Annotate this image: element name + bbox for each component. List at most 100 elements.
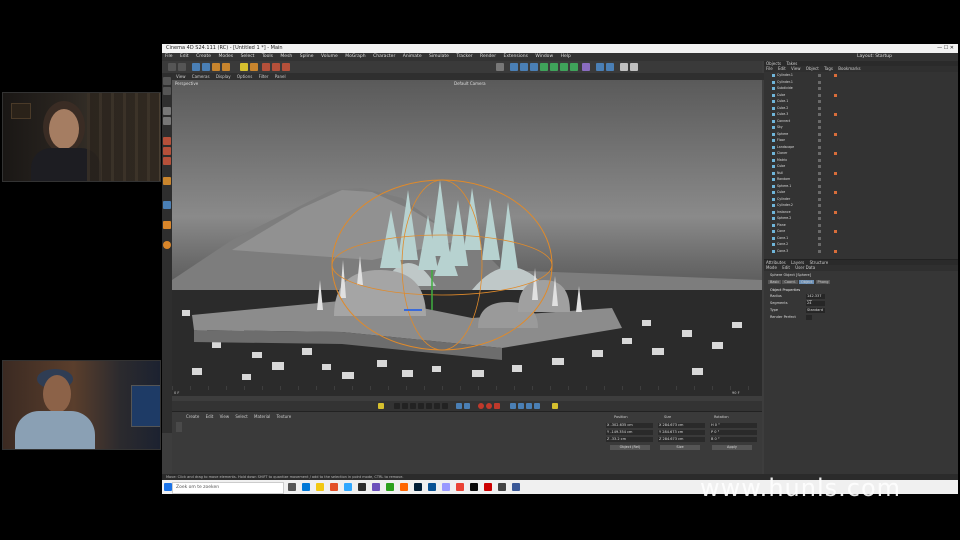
object-row[interactable]: Cube	[764, 164, 958, 169]
menu-render[interactable]: Render	[480, 54, 496, 59]
cloner-icon[interactable]	[540, 63, 548, 71]
object-row[interactable]: Sphere.2	[764, 216, 958, 221]
object-row[interactable]: Cylinder.2	[764, 203, 958, 208]
object-row[interactable]: Cone.2	[764, 242, 958, 247]
lock-icon[interactable]	[163, 241, 171, 249]
object-name[interactable]: Cube.1	[777, 99, 788, 104]
object-row[interactable]: Sphere.1	[764, 184, 958, 189]
menu-mesh[interactable]: Mesh	[280, 54, 292, 59]
attr-type-dropdown[interactable]: Standard	[806, 308, 825, 313]
chrome-icon[interactable]	[456, 483, 464, 491]
snap-icon[interactable]	[163, 177, 171, 185]
timeline-end-field[interactable]: 90 F	[732, 391, 740, 395]
xyz-axis-icon[interactable]	[240, 63, 248, 71]
tag-icon[interactable]	[834, 132, 837, 136]
record-icon[interactable]	[478, 403, 484, 409]
object-name[interactable]: Cylinder.1	[777, 80, 793, 85]
object-row[interactable]: Floor	[764, 138, 958, 143]
size-y-field[interactable]: Y 284.673 cm	[658, 430, 705, 435]
render-settings-icon[interactable]	[282, 63, 290, 71]
visibility-toggle[interactable]	[818, 132, 821, 136]
field-icon[interactable]	[560, 63, 568, 71]
object-row[interactable]: Cylinder.1	[764, 80, 958, 85]
previous-frame-icon[interactable]	[410, 403, 416, 409]
play-icon[interactable]	[418, 403, 424, 409]
object-name[interactable]: Cloner	[777, 151, 787, 156]
object-row[interactable]: Landscape	[764, 145, 958, 150]
object-row[interactable]: Sky	[764, 125, 958, 130]
size-mode-dropdown[interactable]: Size	[660, 445, 700, 450]
object-name[interactable]: Landscape	[777, 145, 794, 150]
taskbar-search[interactable]: Zoek om te zoeken	[172, 482, 284, 494]
object-row[interactable]: Cylinder.1	[764, 73, 958, 78]
keyframe-icon[interactable]	[378, 403, 384, 409]
visibility-toggle[interactable]	[818, 223, 821, 227]
axis-mode-icon[interactable]	[163, 117, 171, 125]
visibility-toggle[interactable]	[818, 165, 821, 168]
visibility-toggle[interactable]	[818, 152, 821, 155]
subtab-object[interactable]: Object	[798, 280, 815, 284]
size-x-field[interactable]: X 284.673 cm	[658, 423, 705, 428]
model-mode-icon[interactable]	[163, 87, 171, 95]
om-menu-tags[interactable]: Tags	[824, 66, 833, 71]
viewport-solo-icon[interactable]	[496, 63, 504, 71]
texture-mode-icon[interactable]	[163, 107, 171, 115]
om-menu-file[interactable]: File	[766, 66, 773, 71]
object-row[interactable]: Null	[764, 171, 958, 176]
vp-menu-display[interactable]: Display	[216, 74, 231, 79]
coordinate-system-icon[interactable]	[250, 63, 258, 71]
menu-file[interactable]: File	[165, 54, 173, 59]
at-menu-userdata[interactable]: User Data	[795, 265, 815, 270]
object-row[interactable]: Random	[764, 177, 958, 182]
visibility-toggle[interactable]	[818, 80, 821, 84]
visibility-toggle[interactable]	[818, 191, 821, 194]
vp-menu-cameras[interactable]: Cameras	[192, 74, 210, 79]
menu-tracker[interactable]: Tracker	[456, 54, 472, 59]
object-name[interactable]: Instance	[777, 210, 791, 215]
attr-render-perfect-checkbox[interactable]	[806, 315, 812, 320]
menu-mograph[interactable]: MoGraph	[345, 54, 365, 59]
object-name[interactable]: Null	[777, 171, 783, 176]
mat-menu-texture[interactable]: Texture	[277, 414, 292, 419]
material-palette-icon[interactable]	[176, 422, 182, 432]
tag-icon[interactable]	[834, 230, 837, 233]
scale-key-icon[interactable]	[518, 403, 524, 409]
rotation-p-field[interactable]: P 0 °	[710, 430, 757, 435]
edges-mode-icon[interactable]	[163, 147, 171, 155]
edge-icon[interactable]	[302, 483, 310, 491]
object-name[interactable]: Random	[777, 177, 790, 182]
object-row[interactable]: Cube	[764, 190, 958, 195]
make-editable-icon[interactable]	[163, 77, 171, 85]
task-view-icon[interactable]	[288, 483, 296, 491]
object-name[interactable]: Sphere.1	[777, 184, 791, 189]
object-name[interactable]: Cylinder	[777, 197, 790, 202]
object-row[interactable]: Cube	[764, 93, 958, 98]
apply-button[interactable]: Apply	[712, 445, 752, 450]
tag-icon[interactable]	[834, 93, 837, 97]
object-name[interactable]: Floor	[777, 138, 785, 143]
previous-key-icon[interactable]	[402, 403, 408, 409]
visibility-toggle[interactable]	[818, 184, 821, 188]
record-mode-icon[interactable]	[464, 403, 470, 409]
menu-extensions[interactable]: Extensions	[504, 54, 528, 59]
param-key-icon[interactable]	[534, 403, 540, 409]
cinema4d-taskbar-icon[interactable]	[428, 483, 436, 491]
tag-icon[interactable]	[834, 191, 837, 194]
3d-viewport[interactable]: Perspective Default Camera	[172, 80, 762, 384]
points-mode-icon[interactable]	[163, 137, 171, 145]
size-z-field[interactable]: Z 284.673 cm	[658, 437, 705, 442]
app-icon-9[interactable]	[470, 483, 478, 491]
mat-menu-create[interactable]: Create	[186, 414, 199, 419]
render-view-icon[interactable]	[262, 63, 270, 71]
autokey-icon[interactable]	[486, 403, 492, 409]
object-row[interactable]: Connect	[764, 119, 958, 124]
object-name[interactable]: Cone.3	[777, 249, 788, 254]
om-menu-object[interactable]: Object	[806, 66, 819, 71]
app-icon-10[interactable]	[484, 483, 492, 491]
visibility-toggle[interactable]	[818, 197, 821, 201]
app-icon-12[interactable]	[512, 483, 520, 491]
object-name[interactable]: Cone.2	[777, 242, 788, 247]
visibility-toggle[interactable]	[818, 249, 821, 253]
visibility-toggle[interactable]	[818, 126, 821, 129]
menu-select[interactable]: Select	[241, 54, 255, 59]
